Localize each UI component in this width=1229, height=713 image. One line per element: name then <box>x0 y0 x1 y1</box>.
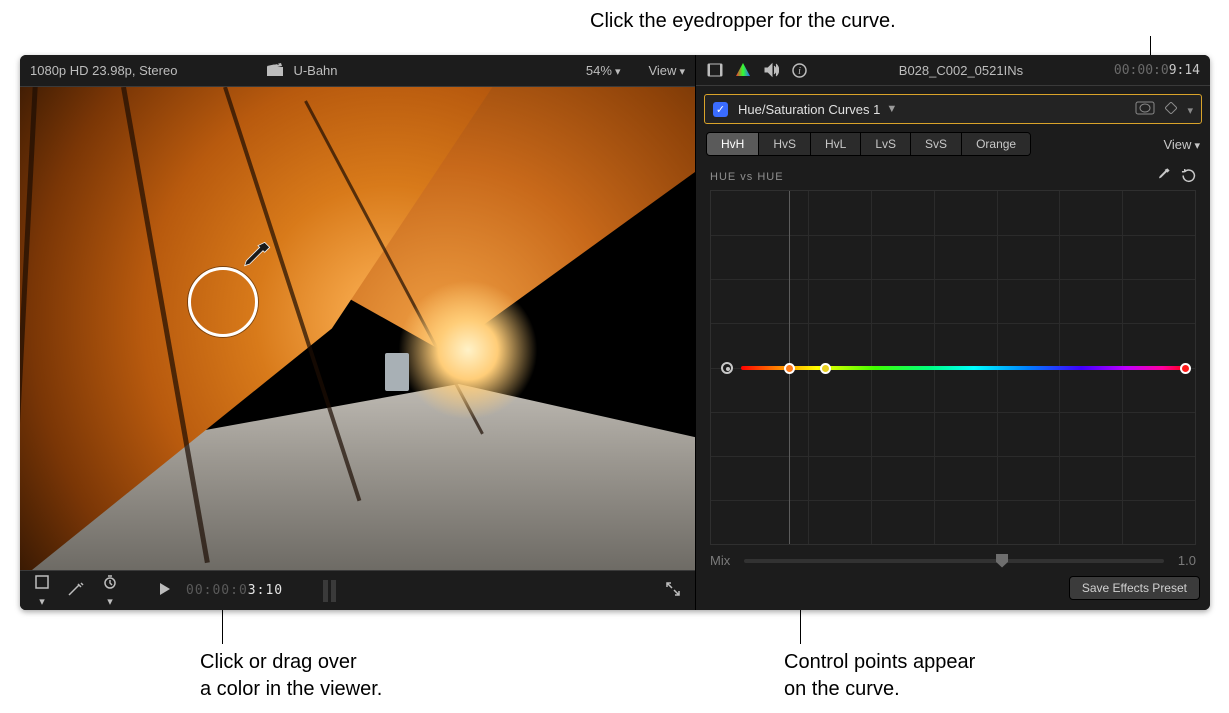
view-menu-inspector[interactable]: View <box>1151 137 1200 152</box>
svg-text:i: i <box>798 66 801 77</box>
crop-tool-icon[interactable] <box>30 574 54 608</box>
color-inspector-icon[interactable] <box>734 61 752 79</box>
viewer-pane: 1080p HD 23.98p, Stereo U-Bahn 54% View <box>20 55 695 610</box>
control-point-red[interactable] <box>1180 363 1191 374</box>
retime-tool-icon[interactable] <box>98 574 122 608</box>
keyframe-icon[interactable] <box>1165 102 1177 117</box>
mix-row: Mix 1.0 <box>696 545 1210 568</box>
tab-lvs[interactable]: LvS <box>861 133 911 155</box>
effect-name: Hue/Saturation Curves 1 <box>738 102 880 117</box>
fullscreen-icon[interactable] <box>661 581 685 600</box>
color-sample-loupe[interactable] <box>188 267 258 337</box>
curve-eyedropper-icon[interactable] <box>1154 167 1171 187</box>
play-button[interactable] <box>152 582 176 599</box>
hue-gradient-line[interactable] <box>741 366 1189 370</box>
viewer-canvas[interactable] <box>20 87 695 570</box>
curve-origin-handle[interactable] <box>721 362 733 374</box>
clip-title: U-Bahn <box>293 63 337 78</box>
tab-orange[interactable]: Orange <box>962 133 1030 155</box>
control-point-orange[interactable] <box>784 363 795 374</box>
callout-eyedropper: Click the eyedropper for the curve. <box>590 8 896 35</box>
effect-menu-chevron-icon[interactable] <box>1187 102 1193 117</box>
clip-format: 1080p HD 23.98p, Stereo <box>30 63 177 78</box>
zoom-dropdown[interactable]: 54% <box>586 63 621 78</box>
eyedropper-cursor-icon <box>233 239 273 279</box>
video-inspector-icon[interactable] <box>706 61 724 79</box>
tab-hvl[interactable]: HvL <box>811 133 861 155</box>
audio-inspector-icon[interactable] <box>762 61 780 79</box>
mix-value[interactable]: 1.0 <box>1178 553 1196 568</box>
inspector-pane: i B028_C002_0521INs 00:00:09:14 ✓ Hue/Sa… <box>695 55 1210 610</box>
inspector-timecode: 00:00:09:14 <box>1114 63 1200 78</box>
mix-slider[interactable] <box>744 559 1164 563</box>
info-inspector-icon[interactable]: i <box>790 61 808 79</box>
effect-header-row[interactable]: ✓ Hue/Saturation Curves 1 ▼ <box>704 94 1202 124</box>
curve-editor[interactable] <box>710 190 1196 545</box>
video-preview <box>20 87 695 570</box>
audio-meters <box>323 580 336 602</box>
viewer-top-bar: 1080p HD 23.98p, Stereo U-Bahn 54% View <box>20 55 695 87</box>
effect-mask-icon[interactable] <box>1135 101 1155 118</box>
callout-viewer-click: Click or drag over a color in the viewer… <box>200 649 382 703</box>
mix-label: Mix <box>710 553 730 568</box>
view-menu-viewer[interactable]: View <box>648 63 685 78</box>
effect-enabled-checkbox[interactable]: ✓ <box>713 102 728 117</box>
tab-svs[interactable]: SvS <box>911 133 962 155</box>
app-window: 1080p HD 23.98p, Stereo U-Bahn 54% View <box>20 55 1210 610</box>
curve-section: HUE vs HUE <box>696 164 1210 545</box>
curve-title: HUE vs HUE <box>710 171 784 183</box>
inspector-clip-name: B028_C002_0521INs <box>899 63 1023 78</box>
save-effects-preset-button[interactable]: Save Effects Preset <box>1069 576 1200 600</box>
viewer-bottom-bar: 00:00:03:10 <box>20 570 695 610</box>
tab-hvs[interactable]: HvS <box>759 133 811 155</box>
tab-hvh[interactable]: HvH <box>707 133 759 155</box>
control-point-yellow[interactable] <box>820 363 831 374</box>
callout-control-points: Control points appear on the curve. <box>784 649 975 703</box>
curve-tabs: HvH HvS HvL LvS SvS Orange <box>706 132 1031 156</box>
curve-reset-icon[interactable] <box>1181 168 1196 186</box>
viewer-timecode[interactable]: 00:00:03:10 <box>186 583 283 598</box>
curve-tab-row: HvH HvS HvL LvS SvS Orange View <box>696 132 1210 164</box>
clapperboard-icon[interactable] <box>267 62 283 79</box>
enhance-tool-icon[interactable] <box>64 581 88 600</box>
effect-instance-chevron-icon[interactable]: ▼ <box>886 103 897 115</box>
inspector-top-bar: i B028_C002_0521INs 00:00:09:14 <box>696 55 1210 86</box>
